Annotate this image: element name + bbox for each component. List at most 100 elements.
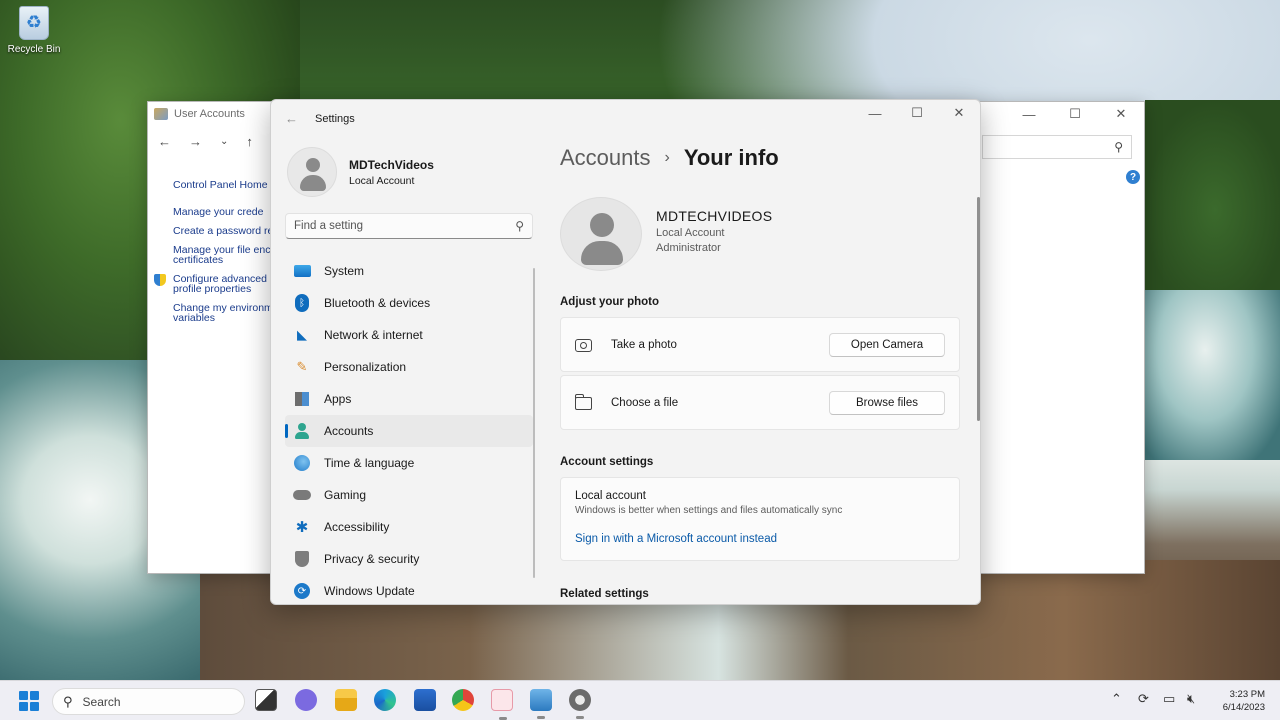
desktop-icon-label: Recycle Bin [7,44,61,55]
store-icon[interactable] [414,689,436,711]
chevron-down-icon[interactable]: ⌄ [220,136,228,147]
manage-credentials-link[interactable]: Manage your crede [148,207,272,217]
recycle-bin-icon [19,6,49,40]
snipping-tool-icon[interactable] [491,689,513,720]
avatar [287,147,337,197]
avatar [560,197,642,271]
close-icon[interactable]: ✕ [938,100,980,126]
ua-window-title: User Accounts [174,108,245,120]
settings-window[interactable]: ← Settings — ☐ ✕ MDTechVideos Local Acco… [270,99,981,605]
close-icon[interactable]: ✕ [1098,102,1144,126]
sidebar-item-system[interactable]: System [285,255,533,287]
user-name: MDTECHVIDEOS [656,208,773,224]
environment-variables-link[interactable]: Change my environm variables [148,303,272,323]
globe-icon [293,454,311,472]
edge-icon[interactable] [374,689,396,711]
local-account-title: Local account [575,490,646,502]
password-reset-disk-link[interactable]: Create a password re [148,226,272,236]
maximize-icon[interactable]: ☐ [896,100,938,126]
search-icon: ⚲ [63,693,73,709]
volume-muted-icon[interactable]: 🔇︎ [1187,691,1195,707]
sidebar-item-label: System [324,264,365,278]
take-photo-label: Take a photo [611,339,677,351]
sidebar-item-network[interactable]: ◣ Network & internet [285,319,533,351]
settings-nav: System ᛒ Bluetooth & devices ◣ Network &… [285,255,533,604]
user-accounts-icon [154,108,168,120]
ua-task-links: Control Panel Home Manage your crede Cre… [148,180,272,323]
sync-icon[interactable]: ⟳ [1138,691,1149,707]
sidebar-item-windows-update[interactable]: ⟳ Windows Update [285,575,533,604]
settings-titlebar[interactable]: ← Settings — ☐ ✕ [271,100,980,138]
local-account-card: Local account Windows is better when set… [560,477,960,561]
settings-icon[interactable] [569,689,591,719]
choose-file-card: Choose a file Browse files [560,375,960,430]
wallpaper-forest-right [1145,100,1280,290]
help-icon[interactable]: ? [1126,170,1140,184]
advanced-profile-link-line2: profile properties [173,283,252,294]
accessibility-icon: ✱ [295,519,309,536]
file-explorer-icon[interactable] [335,689,357,711]
sidebar-item-time-language[interactable]: Time & language [285,447,533,479]
up-arrow-icon[interactable]: ↑ [246,134,253,149]
chat-icon[interactable] [295,689,317,711]
sidebar-item-label: Personalization [324,360,407,374]
person-icon [293,422,311,440]
uac-shield-icon [154,274,166,286]
adjust-photo-heading: Adjust your photo [560,296,660,308]
open-camera-button[interactable]: Open Camera [829,333,945,357]
maximize-icon[interactable]: ☐ [1052,102,1098,126]
taskbar-clock[interactable]: 3:23 PM 6/14/2023 [1223,688,1265,714]
file-encryption-link-line2: certificates [173,254,224,265]
environment-variables-link-line2: variables [173,312,216,323]
local-account-description: Windows is better when settings and file… [575,505,843,516]
sidebar-item-bluetooth[interactable]: ᛒ Bluetooth & devices [285,287,533,319]
forward-arrow-icon[interactable]: → [189,134,202,149]
sidebar-item-gaming[interactable]: Gaming [285,479,533,511]
minimize-icon[interactable]: — [1006,102,1052,126]
find-setting-input[interactable] [294,220,516,232]
chevron-up-icon[interactable]: ⌃ [1111,691,1122,707]
minimize-icon[interactable]: — [854,100,896,126]
wifi-icon: ◣ [297,327,307,342]
nav-scrollbar[interactable] [533,268,535,578]
sidebar-profile[interactable]: MDTechVideos Local Account [287,147,434,197]
task-view-icon[interactable] [255,689,277,711]
advanced-profile-row: Configure advanced profile properties [148,274,272,294]
browse-files-button[interactable]: Browse files [829,391,945,415]
chrome-icon[interactable] [452,689,474,711]
taskbar-search-label: Search [82,694,121,709]
sidebar-item-privacy[interactable]: Privacy & security [285,543,533,575]
sidebar-item-apps[interactable]: Apps [285,383,533,415]
sidebar-item-accounts[interactable]: Accounts [285,415,533,447]
desktop-icon-recycle-bin[interactable]: Recycle Bin [6,6,62,55]
sidebar-item-label: Accounts [324,424,374,438]
breadcrumb-parent[interactable]: Accounts [560,145,651,171]
windows-start-icon[interactable] [19,691,39,711]
control-panel-icon[interactable] [530,689,552,719]
user-account-type: Local Account [656,227,725,239]
profile-text: MDTechVideos Local Account [349,158,434,187]
back-arrow-icon[interactable]: ← [158,134,171,149]
taskbar-search[interactable]: ⚲ Search [52,688,245,715]
network-icon[interactable]: ▭ [1163,691,1175,707]
search-icon: ⚲ [515,219,524,233]
profile-account-type: Local Account [349,174,415,187]
user-info-text: MDTECHVIDEOS Local Account Administrator [656,208,772,254]
sidebar-item-label: Windows Update [324,584,415,598]
taskbar: ⚲ Search ⌃ ⟳ ▭ 🔇︎ 3:23 PM 6/14/2023 [0,680,1280,720]
account-settings-heading: Account settings [560,456,654,468]
ua-search-box[interactable]: ⚲ [982,135,1132,159]
apps-icon [293,390,311,408]
settings-search-box[interactable]: ⚲ [285,213,533,239]
sidebar-item-accessibility[interactable]: ✱ Accessibility [285,511,533,543]
back-arrow-icon[interactable]: ← [285,111,298,126]
camera-icon [575,338,593,352]
control-panel-home-link[interactable]: Control Panel Home [148,180,272,190]
file-encryption-link[interactable]: Manage your file enc certificates [148,245,272,265]
sidebar-item-label: Bluetooth & devices [324,296,431,310]
user-role: Administrator [656,242,721,254]
sidebar-item-personalization[interactable]: ✎ Personalization [285,351,533,383]
main-scrollbar[interactable] [977,197,980,421]
advanced-profile-link[interactable]: Configure advanced profile properties [148,274,272,294]
microsoft-account-signin-link[interactable]: Sign in with a Microsoft account instead [575,533,777,545]
